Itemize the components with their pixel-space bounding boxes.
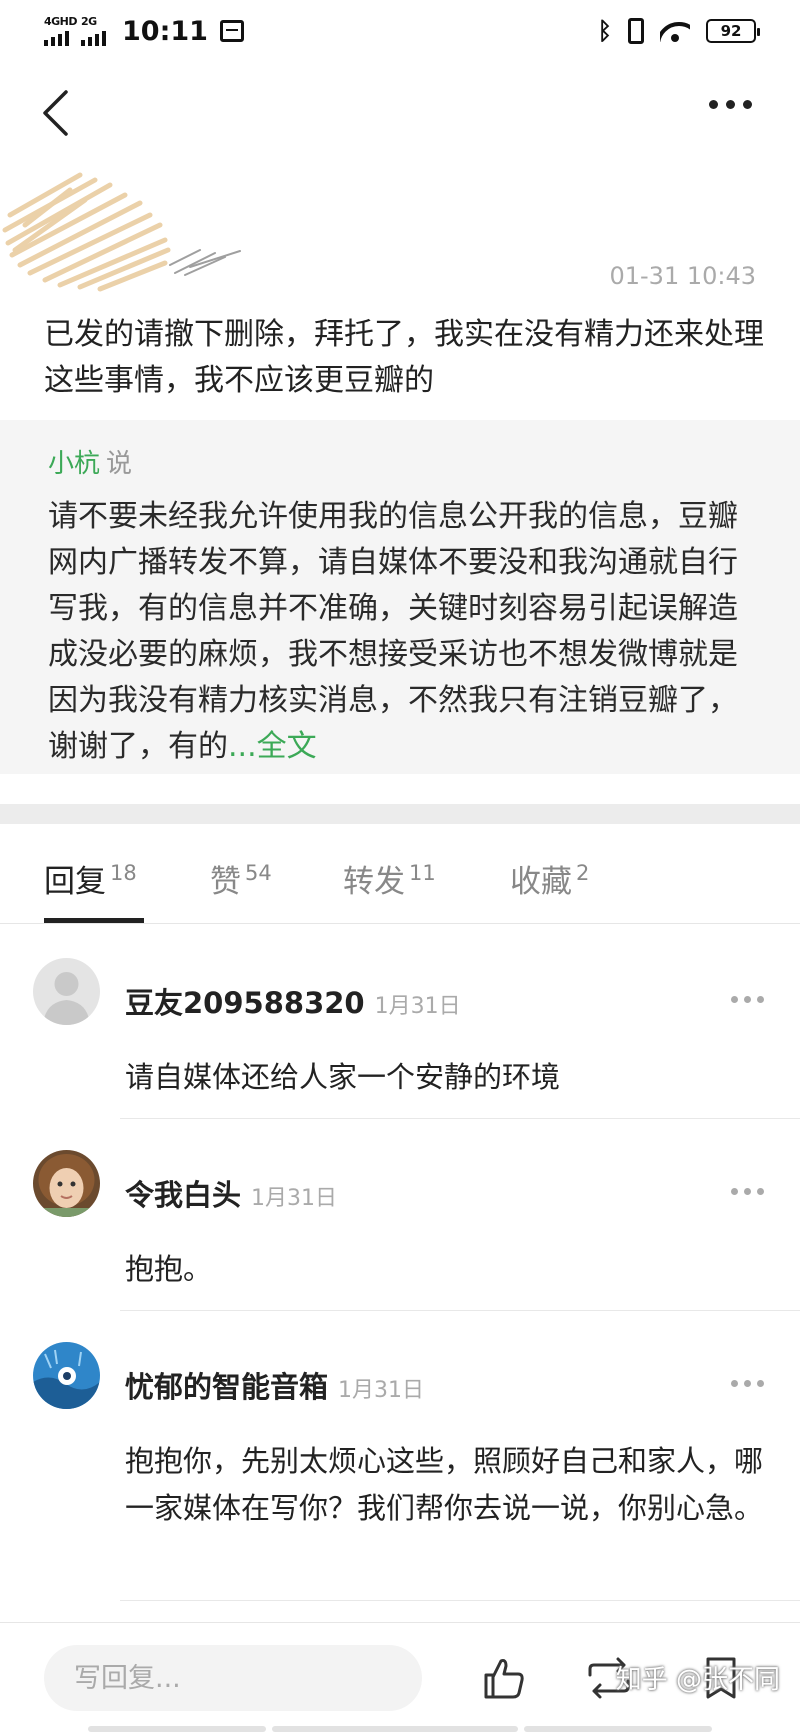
quoted-post-header: 小杭说 bbox=[48, 446, 752, 482]
back-button[interactable] bbox=[40, 88, 80, 138]
nav-indicator bbox=[272, 1726, 518, 1732]
child-portrait-avatar bbox=[33, 1150, 100, 1217]
default-avatar-icon bbox=[33, 958, 100, 1025]
comment-more-icon[interactable] bbox=[731, 1380, 764, 1387]
redaction-scribble bbox=[2, 172, 241, 292]
comment-more-icon[interactable] bbox=[731, 1188, 764, 1195]
comment-more-icon[interactable] bbox=[731, 996, 764, 1003]
quoted-post-text: 请不要未经我允许使用我的信息公开我的信息，豆瓣网内广播转发不算，请自媒体不要没和… bbox=[48, 494, 752, 770]
tab-label: 转发 bbox=[343, 864, 405, 900]
tab-count: 11 bbox=[409, 861, 436, 885]
nav-indicator bbox=[524, 1726, 712, 1732]
read-full-link[interactable]: ...全文 bbox=[228, 729, 317, 764]
signal-icon: 4GHD bbox=[44, 15, 78, 46]
quoted-post-body: 请不要未经我允许使用我的信息公开我的信息，豆瓣网内广播转发不算，请自媒体不要没和… bbox=[48, 499, 738, 764]
comment-text: 抱抱。 bbox=[125, 1252, 213, 1286]
comment-divider bbox=[120, 1600, 800, 1601]
tab-count: 18 bbox=[110, 861, 137, 885]
comment-text: 抱抱你，先别太烦心这些，照顾好自己和家人，哪一家媒体在写你？我们帮你去说一说，你… bbox=[125, 1444, 764, 1525]
tab-count: 2 bbox=[576, 861, 590, 885]
tab-label: 赞 bbox=[210, 864, 241, 900]
comment-author[interactable]: 豆友209588320 1月31日 bbox=[125, 980, 461, 1022]
comment-date: 1月31日 bbox=[374, 994, 461, 1019]
tab-label: 回复 bbox=[44, 864, 106, 900]
post-text: 已发的请撤下删除，拜托了，我实在没有精力还来处理这些事情，我不应该更豆瓣的 bbox=[44, 317, 764, 398]
reply-input[interactable] bbox=[44, 1645, 422, 1711]
watermark: 知乎 @张不同 bbox=[615, 1665, 780, 1695]
more-horizontal-icon bbox=[709, 100, 718, 109]
comment-author-name: 忧郁的智能音箱 bbox=[125, 1370, 329, 1404]
tab-label: 收藏 bbox=[510, 864, 572, 900]
nav-indicator bbox=[88, 1726, 266, 1732]
tab-collections[interactable]: 收藏 2 bbox=[510, 856, 589, 901]
wifi-icon bbox=[660, 20, 690, 42]
quoted-post[interactable]: 小杭说 请不要未经我允许使用我的信息公开我的信息，豆瓣网内广播转发不算，请自媒体… bbox=[0, 420, 800, 774]
post-timestamp: 01-31 10:43 bbox=[609, 262, 756, 290]
tab-reposts[interactable]: 转发 11 bbox=[343, 856, 436, 901]
more-button[interactable] bbox=[709, 100, 752, 109]
calendar-icon bbox=[219, 20, 244, 42]
comment-author[interactable]: 忧郁的智能音箱 1月31日 bbox=[125, 1364, 424, 1406]
like-icon[interactable] bbox=[478, 1653, 528, 1703]
comment-date: 1月31日 bbox=[338, 1378, 425, 1403]
avatar[interactable] bbox=[33, 1342, 100, 1409]
chevron-left-icon bbox=[43, 90, 68, 136]
comment-author-name: 豆友209588320 bbox=[125, 986, 365, 1020]
bluetooth-icon: ᛒ bbox=[597, 17, 612, 45]
tab-replies[interactable]: 回复 18 bbox=[44, 856, 137, 901]
comment-date: 1月31日 bbox=[251, 1186, 338, 1211]
status-bar: 4GHD 2G 10:11 ᛒ 92 bbox=[0, 0, 800, 62]
comment-author[interactable]: 令我白头 1月31日 bbox=[125, 1172, 337, 1214]
section-divider bbox=[0, 804, 800, 824]
quoted-post-say: 说 bbox=[106, 449, 133, 479]
active-tab-indicator bbox=[44, 918, 144, 923]
bottom-action-bar: 知乎 @张不同 bbox=[0, 1622, 800, 1733]
comment-divider bbox=[120, 1118, 800, 1119]
tab-bar: 回复 18 赞 54 转发 11 收藏 2 bbox=[0, 824, 800, 924]
avatar[interactable] bbox=[33, 958, 100, 1025]
avatar[interactable] bbox=[33, 1150, 100, 1217]
tab-likes[interactable]: 赞 54 bbox=[210, 856, 272, 901]
comment-divider bbox=[120, 1310, 800, 1311]
quoted-post-author[interactable]: 小杭 bbox=[48, 449, 100, 479]
battery-icon: 92 bbox=[706, 19, 760, 43]
network-type-2: 2G bbox=[81, 14, 97, 28]
comment-author-name: 令我白头 bbox=[125, 1178, 242, 1212]
comment-text: 请自媒体还给人家一个安静的环境 bbox=[125, 1060, 561, 1094]
network-type-1: 4GHD bbox=[44, 14, 78, 28]
tab-count: 54 bbox=[245, 861, 272, 885]
vibrate-icon bbox=[628, 18, 644, 44]
status-time: 10:11 bbox=[122, 15, 208, 47]
blue-artwork-avatar bbox=[33, 1342, 100, 1409]
signal-icon: 2G bbox=[81, 14, 106, 46]
